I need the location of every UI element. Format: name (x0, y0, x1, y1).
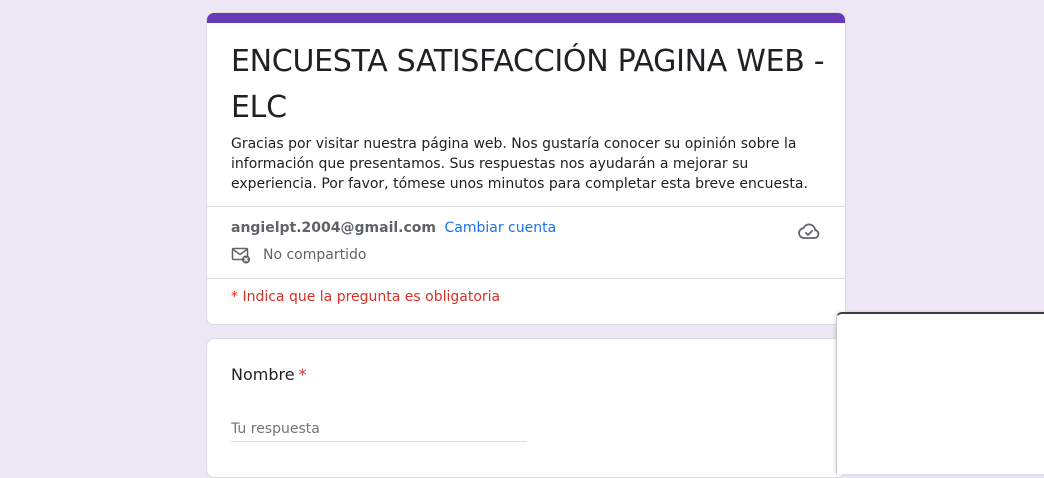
account-email: angielpt.2004@gmail.com (231, 220, 437, 236)
form-accent-bar (207, 13, 845, 23)
overlay-panel (836, 312, 1044, 474)
account-row: angielpt.2004@gmail.com Cambiar cuenta (231, 218, 556, 238)
question-label: Nombre * (231, 365, 307, 384)
form-description: Gracias por visitar nuestra página web. … (231, 136, 808, 192)
form-header-card: ENCUESTA SATISFACCIÓN PAGINA WEB - ELC G… (206, 12, 846, 325)
account-divider (207, 278, 845, 279)
question-card-nombre: Nombre * (206, 338, 846, 478)
answer-input-nombre[interactable] (231, 417, 527, 442)
switch-account-link[interactable]: Cambiar cuenta (444, 220, 556, 236)
required-asterisk: * (298, 365, 307, 384)
header-divider (207, 206, 845, 207)
mail-not-shared-icon (231, 245, 251, 265)
required-note: * Indica que la pregunta es obligatoria (231, 289, 501, 305)
share-status-row: No compartido (231, 245, 366, 265)
question-title: Nombre (231, 365, 295, 384)
cloud-saved-icon (797, 219, 821, 243)
share-status-text: No compartido (263, 247, 367, 263)
form-title: ENCUESTA SATISFACCIÓN PAGINA WEB - ELC (231, 44, 825, 125)
